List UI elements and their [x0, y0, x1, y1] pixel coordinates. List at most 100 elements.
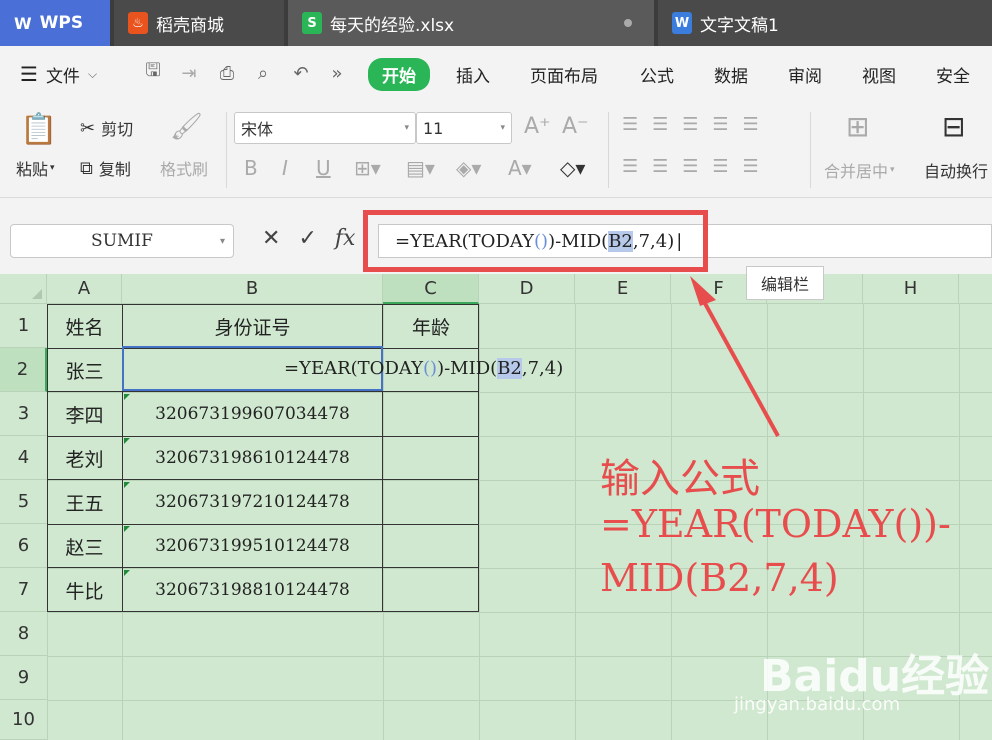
paste-button[interactable]: 粘贴 ▾	[16, 156, 55, 180]
formula-text-part: )-MID(	[437, 358, 498, 379]
print-preview-icon[interactable]: ⌕	[252, 62, 274, 84]
cell-a2[interactable]: 张三	[47, 348, 122, 392]
cell-a3[interactable]: 李四	[47, 392, 122, 436]
unsaved-dot-icon[interactable]	[624, 19, 632, 27]
font-color-icon[interactable]: A▾	[508, 156, 532, 180]
cell-c1[interactable]: 年龄	[383, 304, 479, 348]
cell-b6[interactable]: 320673199510124478	[122, 524, 383, 568]
align-vertical-icons[interactable]: ☰☰☰☰☰	[622, 114, 773, 135]
export-icon[interactable]: ⇥	[178, 62, 200, 84]
column-header[interactable]: H	[863, 274, 959, 304]
row-header[interactable]: 9	[0, 656, 47, 700]
tab-page-layout[interactable]: 页面布局	[530, 46, 598, 102]
cell-b2-editing[interactable]: =YEAR(TODAY())-MID(B2,7,4)	[284, 358, 563, 379]
chevron-down-icon: ▾	[404, 123, 409, 133]
decrease-font-icon[interactable]: A⁻	[562, 114, 589, 139]
tab-wps-home[interactable]: W WPS	[0, 0, 110, 46]
print-icon[interactable]: ⎙	[216, 62, 238, 84]
chevron-down-icon: ▾	[890, 165, 895, 175]
tab-xlsx-label: 每天的经验.xlsx	[330, 15, 455, 36]
paste-icon[interactable]: 📋	[20, 112, 57, 147]
tab-doc[interactable]: W 文字文稿1	[658, 0, 992, 46]
cell-a6[interactable]: 赵三	[47, 524, 122, 568]
annotation-title: 输入公式	[600, 456, 760, 502]
bold-icon[interactable]: B	[244, 156, 258, 180]
select-all-corner[interactable]	[0, 274, 47, 304]
tab-insert[interactable]: 插入	[456, 46, 490, 102]
row-header[interactable]: 1	[0, 304, 47, 348]
tab-data[interactable]: 数据	[714, 46, 748, 102]
cell-b3[interactable]: 320673199607034478	[122, 392, 383, 436]
tab-store[interactable]: ♨ 稻壳商城	[114, 0, 284, 46]
font-size-value: 11	[423, 118, 444, 138]
copy-label: 复制	[98, 160, 131, 179]
more-icon[interactable]: »	[326, 62, 348, 84]
underline-icon[interactable]: U	[316, 156, 331, 180]
cell-b4[interactable]: 320673198610124478	[122, 436, 383, 480]
menu-bar: ☰ 文件 ⌵ 🖫 ⇥ ⎙ ⌕ ↶ » 开始 插入 页面布局 公式 数据 审阅 视…	[0, 46, 992, 102]
confirm-icon[interactable]: ✓	[298, 226, 316, 251]
cell-b7[interactable]: 320673198810124478	[122, 568, 383, 612]
file-menu[interactable]: ☰ 文件 ⌵	[20, 46, 97, 102]
row-header[interactable]: 2	[0, 348, 47, 392]
column-header[interactable]: C	[383, 274, 479, 304]
cell-b5[interactable]: 320673197210124478	[122, 480, 383, 524]
column-header-i[interactable]	[959, 274, 992, 304]
document-icon: W	[672, 12, 692, 34]
chevron-down-icon: ⌵	[87, 66, 98, 81]
chevron-down-icon: ▾	[50, 163, 55, 173]
cell-b1[interactable]: 身份证号	[122, 304, 383, 348]
column-header[interactable]: E	[575, 274, 671, 304]
row-header[interactable]: 8	[0, 612, 47, 656]
cell-a5[interactable]: 王五	[47, 480, 122, 524]
hamburger-icon: ☰	[20, 62, 38, 86]
wrap-text-button[interactable]: 自动换行	[924, 158, 988, 182]
fill-style-icon[interactable]: ▤▾	[406, 156, 435, 180]
row-header[interactable]: 6	[0, 524, 47, 568]
row-header[interactable]: 10	[0, 700, 47, 740]
column-header[interactable]: D	[479, 274, 575, 304]
tab-xlsx[interactable]: S 每天的经验.xlsx	[288, 0, 654, 46]
clear-format-icon[interactable]: ◇▾	[560, 156, 585, 180]
grid-line	[575, 304, 576, 740]
cell-a7[interactable]: 牛比	[47, 568, 122, 612]
row-header[interactable]: 7	[0, 568, 47, 612]
number-as-text-indicator	[124, 438, 130, 444]
tab-formula[interactable]: 公式	[640, 46, 674, 102]
ribbon-separator	[810, 112, 811, 188]
undo-icon[interactable]: ↶	[290, 62, 312, 84]
tab-security[interactable]: 安全	[936, 46, 970, 102]
formula-text-part: ,7,4)	[521, 358, 564, 379]
formula-bar-tooltip: 编辑栏	[746, 266, 824, 300]
cut-label: 剪切	[101, 120, 134, 139]
column-header[interactable]: A	[47, 274, 122, 304]
font-size-select[interactable]: 11 ▾	[416, 112, 512, 144]
italic-icon[interactable]: I	[282, 156, 288, 180]
flame-icon: ♨	[128, 12, 148, 34]
tab-view[interactable]: 视图	[862, 46, 896, 102]
tab-review[interactable]: 审阅	[788, 46, 822, 102]
name-box[interactable]: SUMIF ▾	[10, 224, 234, 258]
fx-icon[interactable]: fx	[335, 226, 356, 251]
copy-button[interactable]: ⧉ 复制	[80, 156, 131, 180]
border-icon[interactable]: ⊞▾	[354, 156, 381, 180]
cut-button[interactable]: ✂ 剪切	[80, 116, 133, 140]
row-header[interactable]: 3	[0, 392, 47, 436]
align-horizontal-icons[interactable]: ☰☰☰☰☰	[622, 156, 773, 177]
row-header[interactable]: 5	[0, 480, 47, 524]
cell-a4[interactable]: 老刘	[47, 436, 122, 480]
row-header[interactable]: 4	[0, 436, 47, 480]
cell-a1[interactable]: 姓名	[47, 304, 122, 348]
font-name-select[interactable]: 宋体 ▾	[234, 112, 416, 144]
cancel-icon[interactable]: ✕	[262, 226, 280, 251]
fill-color-icon[interactable]: ◈▾	[456, 156, 481, 180]
tab-start[interactable]: 开始	[368, 57, 430, 91]
format-painter-button[interactable]: 格式刷	[160, 156, 208, 180]
merge-center-button[interactable]: 合并居中 ▾	[824, 158, 895, 182]
increase-font-icon[interactable]: A⁺	[524, 114, 551, 139]
save-icon[interactable]: 🖫	[142, 60, 164, 84]
formula-text-part: ()	[423, 358, 438, 379]
column-header[interactable]: B	[122, 274, 383, 304]
number-as-text-indicator	[124, 394, 130, 400]
annotation-highlight-box	[363, 210, 708, 272]
